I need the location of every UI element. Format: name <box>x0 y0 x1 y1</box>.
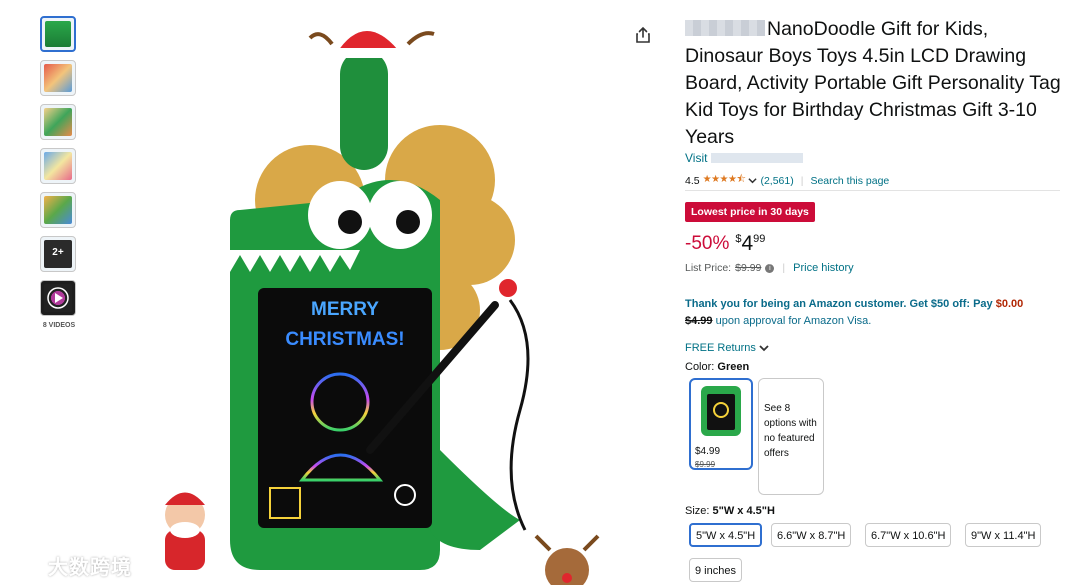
divider <box>685 190 1060 191</box>
price-fraction: 99 <box>753 233 766 245</box>
star-rating-icon[interactable]: ★★★★⯪ <box>703 172 746 189</box>
dino-tail <box>430 450 520 550</box>
separator: | <box>800 174 804 187</box>
share-icon[interactable] <box>634 26 652 44</box>
color-swatch-image <box>701 386 741 436</box>
size-label: Size: 5"W x 4.5"H <box>685 505 775 517</box>
offer-struck-price: $4.99 <box>685 315 713 327</box>
thumbnail-6[interactable]: 2+ <box>40 236 76 272</box>
list-price-label: List Price: <box>685 262 732 274</box>
chevron-down-icon[interactable] <box>748 176 758 185</box>
chevron-down-icon <box>759 345 769 352</box>
watermark: 大数跨境 <box>8 551 132 580</box>
color-label-text: Color: <box>685 361 715 373</box>
visit-label: Visit <box>685 151 708 165</box>
see-more-options-card[interactable]: See 8 options with no featured offers <box>758 378 824 495</box>
video-thumbnail[interactable] <box>40 280 76 316</box>
thumbnail-column: 2+ 8 VIDEOS <box>40 16 80 329</box>
price-whole: 4 <box>741 232 754 255</box>
separator: | <box>782 262 786 274</box>
reindeer-icon <box>534 534 600 585</box>
offer-text: Thank you for being an Amazon customer. … <box>685 298 993 310</box>
thumbnail-3[interactable] <box>40 104 76 140</box>
screen-headline-merry: MERRY <box>311 299 379 320</box>
see-more-options-text: See 8 options with no featured offers <box>764 403 817 459</box>
dino-neck <box>340 50 388 170</box>
offer-pay-amount: $0.00 <box>995 298 1024 310</box>
rating-value: 4.5 <box>685 174 700 187</box>
visit-store-link[interactable]: Visit <box>685 151 804 165</box>
color-label: Color: Green <box>685 361 749 373</box>
search-this-page-link[interactable]: Search this page <box>810 175 889 187</box>
redacted-brand <box>685 20 765 36</box>
watermark-text: 大数跨境 <box>48 557 132 579</box>
size-selected-value: 5"W x 4.5"H <box>712 505 775 517</box>
redacted-store-name <box>711 153 804 163</box>
size-option-1[interactable]: 5"W x 4.5"H <box>689 523 763 547</box>
product-title-text: NanoDoodle Gift for Kids, Dinosaur Boys … <box>685 18 1061 148</box>
size-label-text: Size: <box>685 505 710 517</box>
screen-headline-christmas: CHRISTMAS! <box>285 329 404 350</box>
rating-count-link[interactable]: (2,561) <box>760 175 793 187</box>
size-option-2[interactable]: 6.6"W x 8.7"H <box>771 523 852 547</box>
play-icon <box>47 287 69 309</box>
thumbnail-5[interactable] <box>40 192 76 228</box>
product-title: NanoDoodle Gift for Kids, Dinosaur Boys … <box>685 16 1065 151</box>
rating-row: 4.5 ★★★★⯪ (2,561) | Search this page <box>685 172 889 189</box>
list-price-row: List Price: $9.99 i | Price history <box>685 262 854 274</box>
thumbnail-1[interactable] <box>40 16 76 52</box>
size-option-3[interactable]: 6.7"W x 10.6"H <box>865 523 952 547</box>
free-returns-label: FREE Returns <box>685 342 756 354</box>
watermark-logo-icon <box>10 557 40 574</box>
size-option-4[interactable]: 9"W x 11.4"H <box>965 523 1042 547</box>
santa-figure-icon <box>165 492 205 570</box>
santa-hat-icon <box>308 22 435 58</box>
main-product-image[interactable]: MERRY CHRISTMAS! <box>140 10 610 585</box>
deal-badge: Lowest price in 30 days <box>685 202 815 222</box>
info-icon[interactable]: i <box>765 263 775 273</box>
size-option-5[interactable]: 9 inches <box>689 558 742 582</box>
offer-text-tail: upon approval for Amazon Visa. <box>715 315 872 327</box>
color-option-price: $4.99 <box>695 446 721 457</box>
price-row: -50% $ 4 99 <box>685 232 765 256</box>
color-option-green[interactable]: $4.99 $9.99 <box>689 378 753 470</box>
price-history-link[interactable]: Price history <box>793 262 854 274</box>
free-returns-link[interactable]: FREE Returns <box>685 342 769 354</box>
color-selected-value: Green <box>717 361 750 373</box>
thumbnail-2[interactable] <box>40 60 76 96</box>
color-option-old-price: $9.99 <box>695 460 716 469</box>
credit-card-offer[interactable]: Thank you for being an Amazon customer. … <box>685 296 1065 330</box>
list-price-value: $9.99 <box>735 262 762 274</box>
thumbnail-4[interactable] <box>40 148 76 184</box>
discount-percent: -50% <box>685 233 730 254</box>
videos-count-label: 8 VIDEOS <box>42 322 76 329</box>
